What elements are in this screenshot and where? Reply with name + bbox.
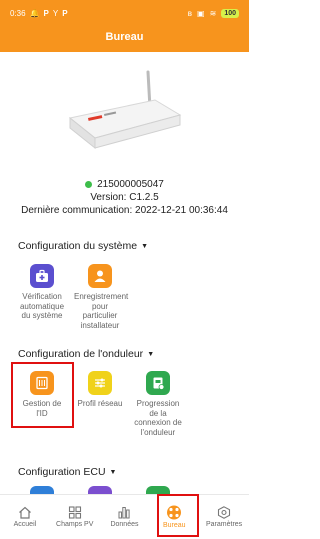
bluetooth-icon: ʙ (187, 8, 193, 18)
online-status-dot (85, 181, 93, 188)
user-icon (88, 264, 112, 288)
tab-label: Champs PV (56, 521, 94, 528)
section-title: Configuration ECU (18, 466, 106, 478)
section-ecu-config[interactable]: Configuration ECU ▼ (18, 466, 116, 478)
page-title: Bureau (0, 26, 249, 52)
tile-label: Progression de la connexion de l'onduleu… (134, 399, 182, 437)
tab-label: Données (110, 521, 139, 528)
section-title: Configuration de l'onduleur (18, 348, 144, 360)
p-icon: P (43, 8, 49, 18)
grid-icon (68, 506, 81, 519)
bottom-tab-bar: Accueil Champs PV Données Bureau Paramèt… (0, 494, 249, 539)
section-system-config[interactable]: Configuration du système ▼ (18, 240, 148, 252)
battery-indicator: 100 (221, 8, 239, 18)
nfc-icon: ▣ (197, 8, 205, 18)
tile-label: Gestion de l'ID (22, 399, 62, 418)
tile-id-management[interactable]: Gestion de l'ID (16, 371, 68, 418)
device-serial: 215000005047 (97, 179, 164, 190)
device-info: 215000005047 Version: C1.2.5 Dernière co… (0, 178, 249, 217)
id-card-icon (30, 371, 54, 395)
tab-settings[interactable]: Paramètres (199, 506, 249, 528)
tab-bureau[interactable]: Bureau (149, 505, 199, 529)
caret-down-icon: ▼ (141, 242, 149, 250)
bar-chart-icon (118, 507, 131, 519)
tab-pv-fields[interactable]: Champs PV (50, 506, 100, 528)
section-inverter-config[interactable]: Configuration de l'onduleur ▼ (18, 348, 154, 360)
p-icon: P (62, 8, 68, 18)
caret-down-icon: ▼ (147, 350, 155, 358)
wifi-icon: ≋ (209, 8, 217, 18)
notification-icon: 🔔 (29, 8, 40, 18)
status-time: 0:36 (10, 8, 26, 18)
inverter-icon (146, 371, 170, 395)
bureau-icon (167, 505, 182, 520)
section-title: Configuration du système (18, 240, 138, 252)
device-version: Version: C1.2.5 (90, 192, 159, 203)
tile-inverter-connection-progress[interactable]: Progression de la connexion de l'onduleu… (132, 371, 184, 437)
tile-label: Vérification automatique du système (19, 292, 65, 320)
tile-installer-registration[interactable]: Enregistrement pour particulier installa… (74, 264, 129, 330)
tile-label: Enregistrement pour particulier installa… (74, 292, 129, 330)
last-communication: Dernière communication: 2022-12-21 00:36… (21, 205, 228, 216)
status-bar: 0:36 🔔 P Y P ʙ ▣ ≋ 100 (0, 0, 249, 26)
settings-icon (218, 506, 231, 519)
tab-label: Bureau (163, 522, 186, 529)
tab-data[interactable]: Données (100, 506, 150, 528)
tab-label: Paramètres (205, 521, 243, 528)
tab-label: Accueil (13, 521, 37, 528)
tile-label: Profil réseau (77, 399, 123, 408)
tile-system-check[interactable]: Vérification automatique du système (16, 264, 68, 321)
sliders-icon (88, 371, 112, 395)
device-image-area (0, 55, 249, 175)
home-icon (18, 506, 31, 519)
caret-down-icon: ▼ (109, 468, 117, 476)
medical-kit-icon (30, 264, 54, 288)
y-icon: Y (52, 8, 59, 18)
ecu-device-image (68, 70, 181, 150)
tile-grid-profile[interactable]: Profil réseau (74, 371, 126, 409)
tab-home[interactable]: Accueil (0, 506, 50, 528)
